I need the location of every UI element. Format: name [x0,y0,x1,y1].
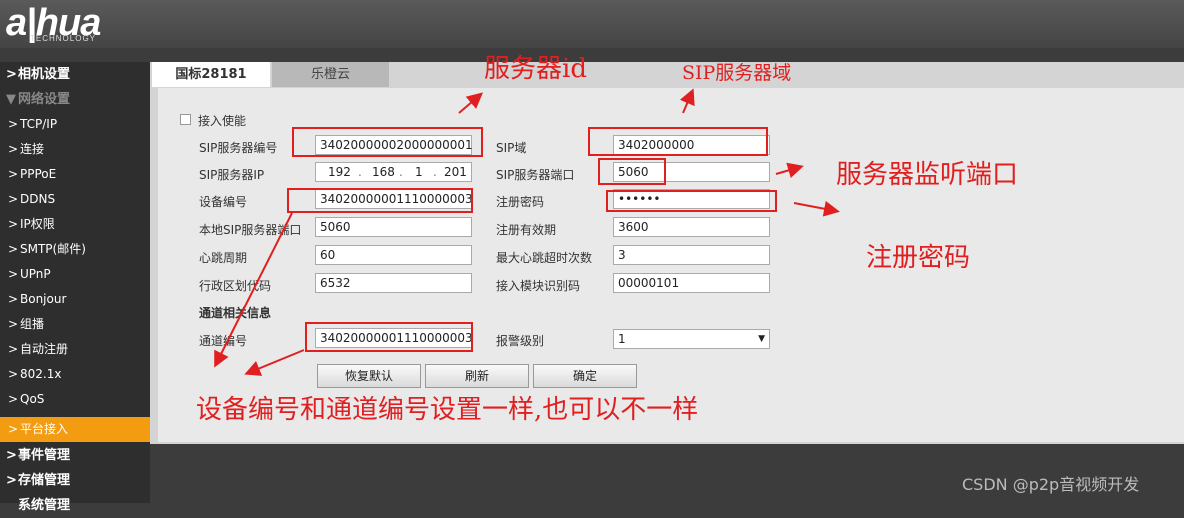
arrow-password [793,200,840,217]
arrow-sip-domain [679,88,695,114]
annotation-sip-domain: SIP服务器域 [682,62,792,84]
annotation-listen-port: 服务器监听端口 [836,160,1019,190]
annotation-password: 注册密码 [866,243,971,273]
csdn-watermark: CSDN @p2p音视频开发 [962,475,1140,494]
arrow-channel-id [244,349,305,376]
arrow-device-id [214,212,293,368]
annotation-channel-note: 设备编号和通道编号设置一样,也可以不一样 [196,395,699,425]
arrow-listen-port [775,162,804,179]
annotation-server-id: 服务器id [484,54,587,84]
annotation-arrows [214,88,840,376]
arrow-server-id [458,92,484,114]
